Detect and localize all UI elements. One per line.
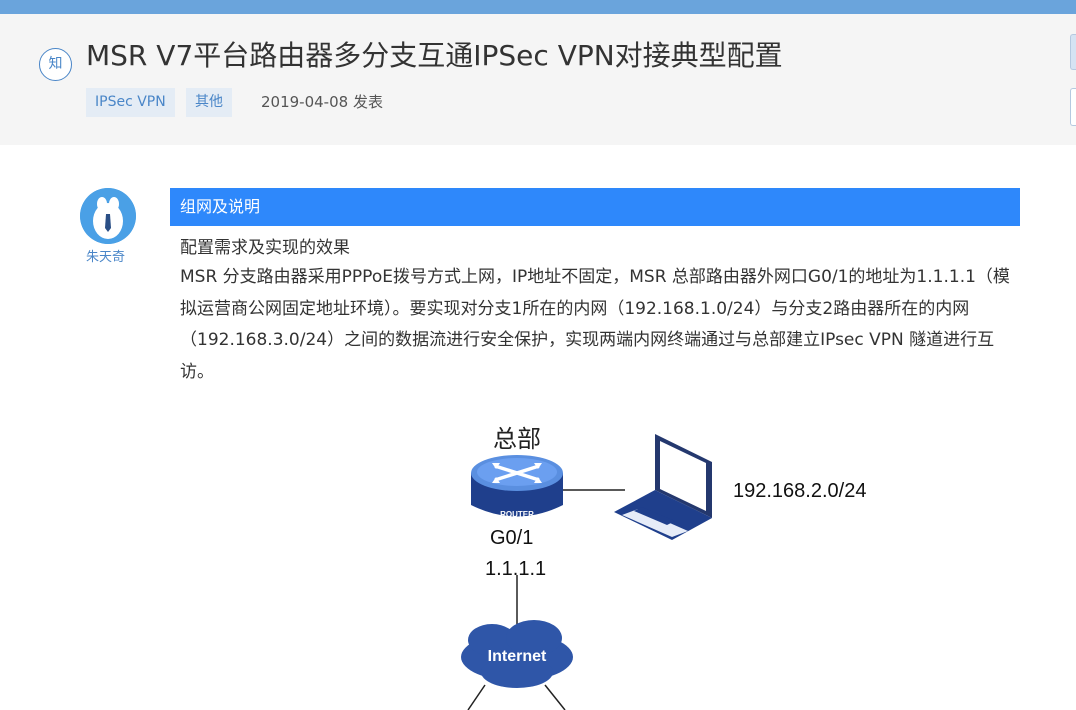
side-action-button-2[interactable]: [1070, 88, 1076, 126]
branch2-link: [544, 684, 566, 710]
tag-ipsec-vpn[interactable]: IPSec VPN: [86, 88, 175, 117]
hq-interface-label: G0/1: [490, 527, 533, 549]
hq-subnet-label: 192.168.2.0/24: [733, 480, 866, 502]
author-name[interactable]: 朱天奇: [86, 246, 125, 265]
top-bar: [0, 0, 1076, 14]
branch1-link: [467, 684, 486, 710]
section-title: 组网及说明: [170, 188, 1020, 226]
side-action-button[interactable]: [1070, 34, 1076, 70]
hq-label: 总部: [493, 425, 541, 453]
page-title: MSR V7平台路由器多分支互通IPSec VPN对接典型配置: [86, 39, 783, 72]
content-heading: 配置需求及实现的效果: [180, 238, 350, 258]
avatar[interactable]: [80, 188, 136, 244]
internet-cloud-icon: Internet: [461, 620, 573, 688]
network-diagram: 总部 ROUTER 192.168.2.0/24 G0/1 1.1.1.1 In…: [461, 425, 866, 710]
router-icon: ROUTER: [471, 455, 563, 519]
content-body: MSR 分支路由器采用PPPoE拨号方式上网，IP地址不固定，MSR 总部路由器…: [180, 267, 1010, 382]
router-label: ROUTER: [500, 510, 534, 519]
knowledge-badge-icon: 知: [39, 48, 72, 81]
hq-ip-label: 1.1.1.1: [485, 558, 546, 580]
avatar-figure-icon: [80, 188, 136, 244]
tag-other[interactable]: 其他: [186, 88, 232, 117]
laptop-icon: [614, 434, 712, 540]
article-header: 知 MSR V7平台路由器多分支互通IPSec VPN对接典型配置 IPSec …: [0, 14, 1076, 145]
internet-label: Internet: [488, 648, 547, 665]
publish-date: 2019-04-08 发表: [261, 93, 383, 111]
